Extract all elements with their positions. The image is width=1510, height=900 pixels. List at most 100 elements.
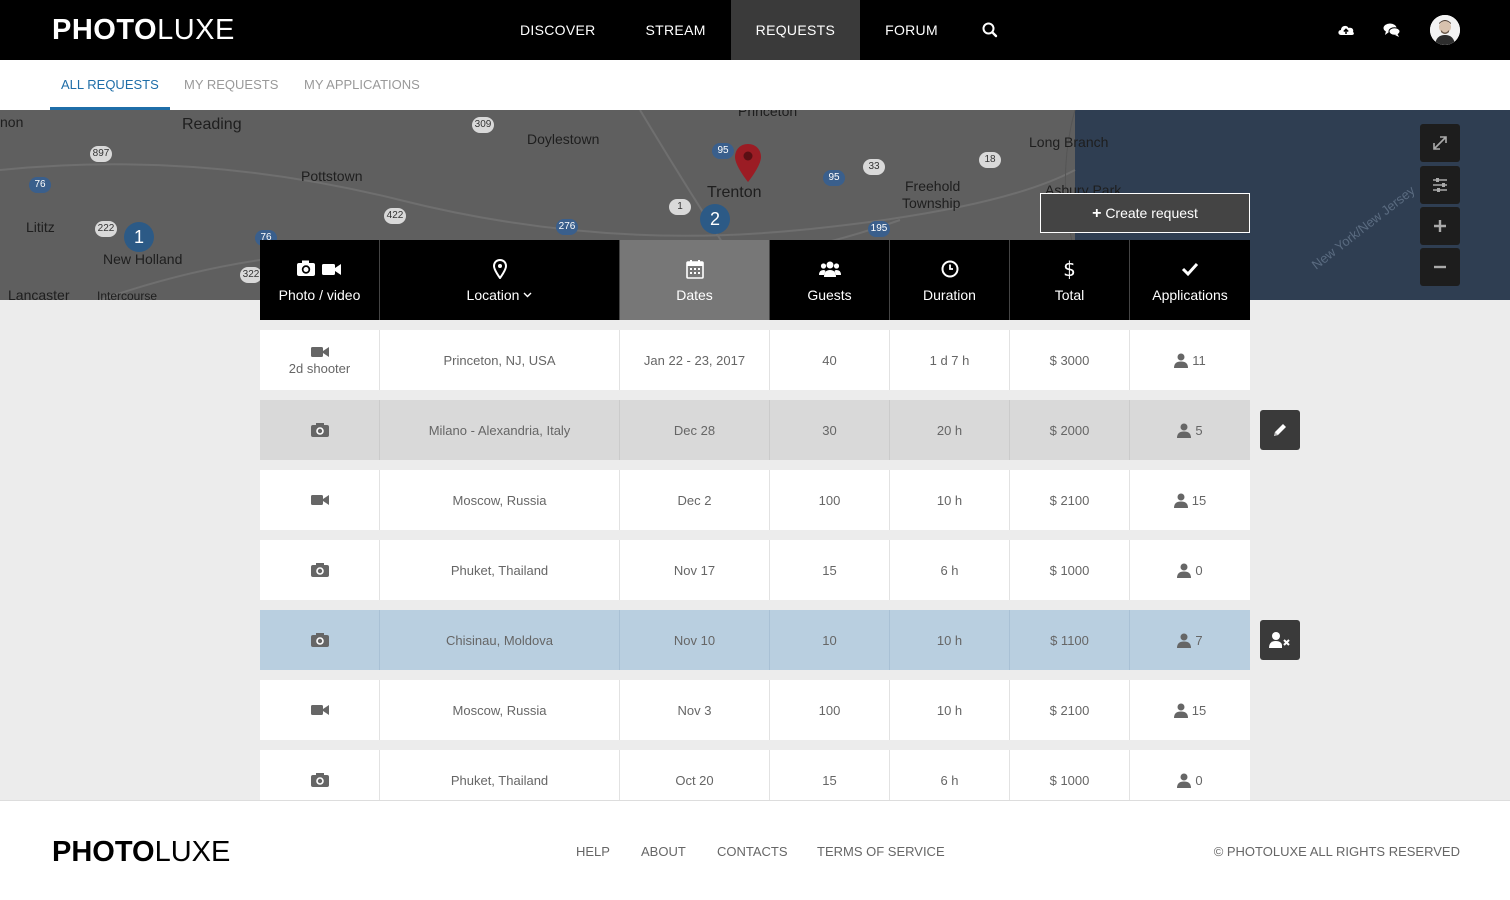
chat-icon[interactable]	[1382, 20, 1402, 40]
table-row[interactable]: 2d shooter Princeton, NJ, USA Jan 22 - 23,…	[260, 330, 1250, 390]
search-icon[interactable]	[980, 20, 1000, 40]
cell-dates: Dec 2	[620, 470, 770, 530]
tab-my-applications[interactable]: MY APPLICATIONS	[304, 60, 420, 110]
road-marker: 222	[95, 221, 117, 237]
cell-guests: 100	[770, 680, 890, 740]
media-subtype-label: 2d shooter	[288, 360, 351, 376]
avatar[interactable]	[1430, 15, 1460, 45]
map-filter-button[interactable]	[1420, 166, 1460, 204]
column-location[interactable]: Location	[380, 240, 620, 320]
user-icon	[1173, 703, 1188, 718]
table-row[interactable]: Moscow, Russia Nov 3 100 10 h $ 2100 15	[260, 680, 1250, 740]
nav-stream[interactable]: STREAM	[621, 0, 731, 60]
user-icon	[1177, 633, 1192, 648]
cell-location: Chisinau, Moldova	[380, 610, 620, 670]
map-place-label: New Holland	[103, 251, 183, 267]
footer-logo[interactable]: PHOTOLUXE	[52, 836, 230, 868]
plus-icon: +	[1092, 205, 1102, 222]
cell-dates: Nov 17	[620, 540, 770, 600]
cell-total: $ 2000	[1010, 400, 1130, 460]
tab-all-requests[interactable]: ALL REQUESTS	[50, 60, 170, 110]
column-total[interactable]: $ Total	[1010, 240, 1130, 320]
map-zoom-in-button[interactable]	[1420, 207, 1460, 245]
chevron-down-icon	[523, 292, 532, 298]
column-label: Duration	[923, 287, 976, 303]
user-icon	[1177, 563, 1192, 578]
brand-logo[interactable]: PHOTOLUXE	[52, 14, 235, 46]
video-camera-icon	[310, 705, 329, 715]
cell-guests: 15	[770, 540, 890, 600]
cell-duration: 10 h	[890, 470, 1010, 530]
applications-count: 15	[1191, 702, 1207, 718]
camera-icon	[310, 423, 329, 437]
map-pin-marker-icon[interactable]	[735, 144, 761, 182]
plus-icon	[1434, 220, 1446, 232]
footer-link-terms[interactable]: TERMS OF SERVICE	[817, 844, 945, 859]
user-remove-icon	[1269, 632, 1290, 648]
tab-my-requests[interactable]: MY REQUESTS	[184, 60, 278, 110]
map-place-label: Township	[902, 195, 961, 211]
cell-location: Princeton, NJ, USA	[380, 330, 620, 390]
column-duration[interactable]: Duration	[890, 240, 1010, 320]
cell-total: $ 3000	[1010, 330, 1130, 390]
table-row[interactable]: Chisinau, Moldova Nov 10 10 10 h $ 1100 7	[260, 610, 1250, 670]
map-place-label: Lititz	[26, 219, 55, 235]
cell-guests: 30	[770, 400, 890, 460]
clock-icon	[941, 260, 958, 278]
table-row[interactable]: Milano - Alexandria, Italy Dec 28 30 20 h $ …	[260, 400, 1250, 460]
minus-icon	[1434, 265, 1446, 269]
column-photo-video[interactable]: Photo / video	[260, 240, 380, 320]
footer-link-about[interactable]: ABOUT	[641, 844, 686, 859]
nav-requests[interactable]: REQUESTS	[730, 0, 861, 60]
column-label: Total	[1054, 287, 1085, 303]
pencil-icon	[1274, 424, 1286, 436]
create-request-button[interactable]: + Create request	[1040, 193, 1250, 233]
map-place-label: Princeton	[738, 110, 798, 119]
table-row[interactable]: Moscow, Russia Dec 2 100 10 h $ 2100 15	[260, 470, 1250, 530]
edit-request-button[interactable]	[1260, 410, 1300, 450]
cell-guests: 10	[770, 610, 890, 670]
map-zoom-out-button[interactable]	[1420, 248, 1460, 286]
main-nav: DISCOVER STREAM REQUESTS FORUM	[495, 0, 963, 60]
cell-applications: 15	[1130, 470, 1250, 530]
video-camera-icon	[310, 495, 329, 505]
applications-count: 0	[1195, 562, 1203, 578]
expand-icon	[1433, 136, 1447, 150]
column-dates[interactable]: Dates	[620, 240, 770, 320]
map-place-label: Pottstown	[301, 168, 363, 184]
cell-dates: Nov 3	[620, 680, 770, 740]
camera-icon	[310, 563, 329, 577]
map-fullscreen-button[interactable]	[1420, 124, 1460, 162]
map-place-label: Intercourse	[97, 289, 158, 300]
cell-duration: 10 h	[890, 680, 1010, 740]
cell-media-type	[260, 400, 380, 460]
user-icon	[1177, 423, 1192, 438]
nav-forum[interactable]: FORUM	[860, 0, 963, 60]
map-cluster[interactable]: 1	[124, 222, 154, 252]
road-marker: 95	[823, 170, 845, 186]
footer-link-help[interactable]: HELP	[576, 844, 610, 859]
road-marker: 309	[472, 117, 494, 133]
nav-discover[interactable]: DISCOVER	[495, 0, 621, 60]
applications-count: 0	[1195, 772, 1203, 788]
road-marker: 422	[384, 208, 406, 224]
cell-guests: 40	[770, 330, 890, 390]
camera-video-icon	[296, 260, 341, 276]
map-place-label: Trenton	[707, 184, 762, 201]
column-applications[interactable]: Applications	[1130, 240, 1250, 320]
cell-media-type	[260, 470, 380, 530]
cell-duration: 20 h	[890, 400, 1010, 460]
map-cluster[interactable]: 2	[700, 204, 730, 234]
table-row[interactable]: Phuket, Thailand Nov 17 15 6 h $ 1000 0	[260, 540, 1250, 600]
cloud-upload-icon[interactable]	[1336, 20, 1356, 40]
road-marker: 95	[712, 143, 734, 159]
road-marker: 1	[669, 199, 691, 215]
cell-location: Phuket, Thailand	[380, 540, 620, 600]
camera-icon	[310, 633, 329, 647]
road-marker: 276	[556, 219, 578, 235]
cell-dates: Dec 28	[620, 400, 770, 460]
cell-applications: 7	[1130, 610, 1250, 670]
remove-application-button[interactable]	[1260, 620, 1300, 660]
footer-link-contacts[interactable]: CONTACTS	[717, 844, 788, 859]
column-guests[interactable]: Guests	[770, 240, 890, 320]
